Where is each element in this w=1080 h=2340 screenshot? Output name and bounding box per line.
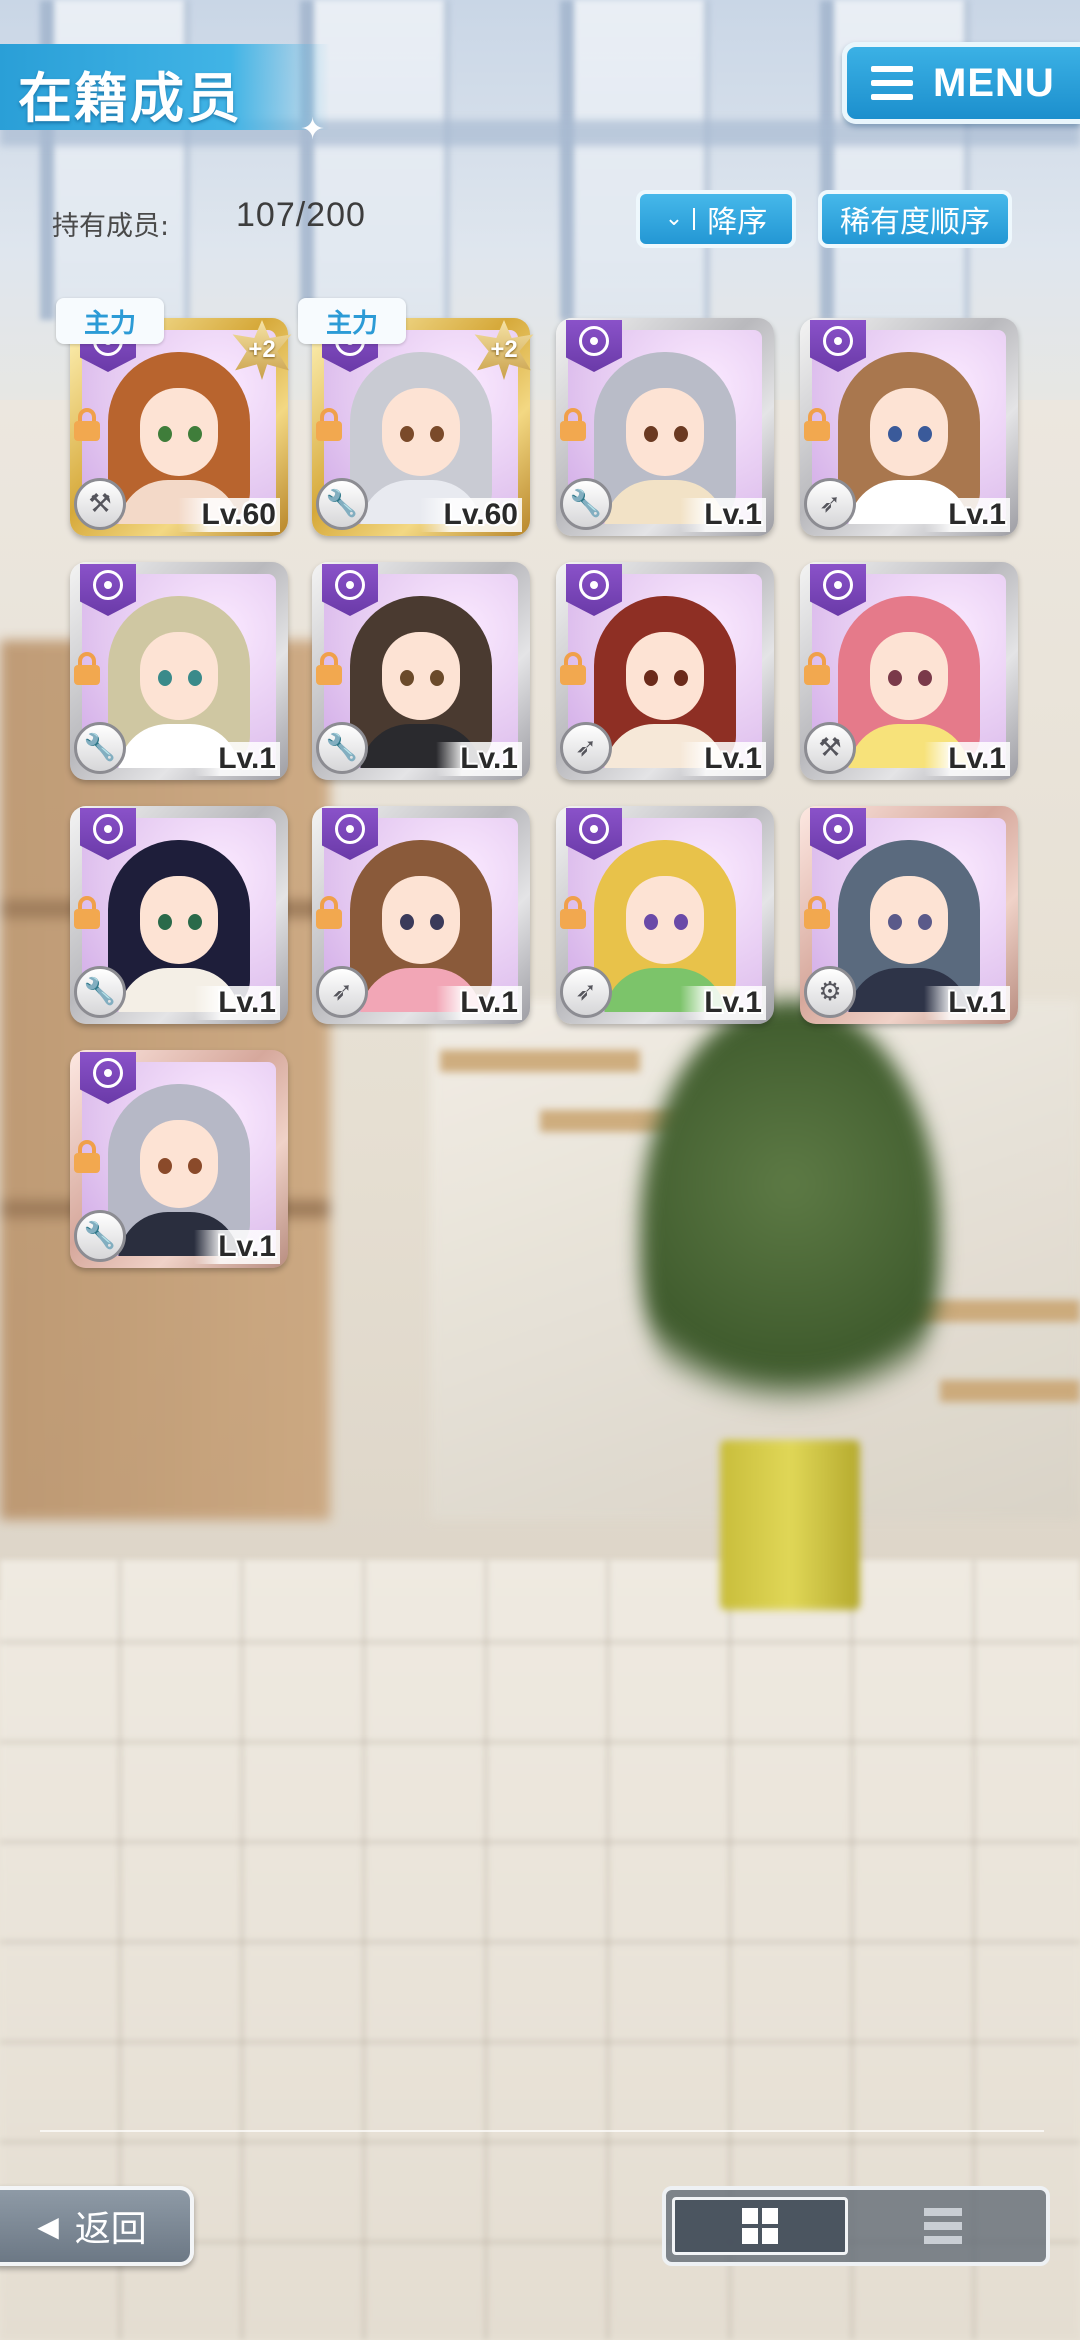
lock-icon — [314, 408, 344, 442]
member-level: Lv.1 — [924, 742, 1010, 776]
member-card[interactable]: ➶ Lv.1 — [800, 318, 1018, 536]
member-card[interactable]: ⚒ Lv.1 — [800, 562, 1018, 780]
main-member-tag: 主力 — [56, 298, 164, 344]
main-member-tag: 主力 — [298, 298, 406, 344]
lock-icon — [314, 652, 344, 686]
lock-icon — [72, 1140, 102, 1174]
bg-window — [560, 0, 710, 320]
member-card[interactable]: 🔧 Lv.1 — [70, 562, 288, 780]
lock-icon — [802, 652, 832, 686]
lock-icon — [72, 896, 102, 930]
menu-button[interactable]: MENU — [842, 42, 1080, 124]
member-card[interactable]: ⚒ Lv.60 主力 +2 — [56, 298, 292, 536]
grid-view-button[interactable] — [672, 2197, 848, 2255]
member-card[interactable]: 🔧 Lv.1 — [556, 318, 774, 536]
member-card[interactable]: ➶ Lv.1 — [312, 806, 530, 1024]
member-level: Lv.1 — [680, 742, 766, 776]
member-card[interactable]: 🔧 Lv.1 — [70, 806, 288, 1024]
member-card[interactable]: ➶ Lv.1 — [556, 562, 774, 780]
member-card[interactable]: 🔧 Lv.1 — [312, 562, 530, 780]
member-count-label: 持有成员: — [52, 211, 170, 242]
rocket-icon: ➶ — [560, 966, 612, 1018]
gear-icon: ⚙ — [804, 966, 856, 1018]
member-level: Lv.1 — [436, 986, 522, 1020]
member-level: Lv.1 — [194, 1230, 280, 1264]
rocket-icon: ➶ — [804, 478, 856, 530]
page-title-banner: 在籍成员 — [0, 44, 330, 130]
wrench-icon: 🔧 — [74, 966, 126, 1018]
sparkle-icon: ✦ — [300, 112, 326, 147]
rocket-icon: ➶ — [316, 966, 368, 1018]
member-level: Lv.1 — [194, 742, 280, 776]
back-button[interactable]: ◀ 返回 — [0, 2186, 194, 2266]
back-label: 返回 — [74, 2209, 147, 2250]
list-view-button[interactable] — [848, 2197, 1038, 2255]
double-chevron-down-icon: ⌄ — [665, 208, 696, 230]
member-level: Lv.1 — [924, 498, 1010, 532]
wrench-icon: 🔧 — [74, 722, 126, 774]
bg-plant-pot — [720, 1440, 860, 1610]
lock-icon — [314, 896, 344, 930]
lock-icon — [558, 896, 588, 930]
member-level: Lv.1 — [680, 498, 766, 532]
sort-rarity-label: 稀有度顺序 — [840, 205, 990, 240]
lock-icon — [558, 652, 588, 686]
page-title: 在籍成员 — [18, 67, 242, 130]
sort-order-label: 降序 — [707, 205, 768, 240]
wrench-icon: 🔧 — [74, 1210, 126, 1262]
bg-stair-step — [440, 1050, 640, 1072]
menu-label: MENU — [933, 60, 1055, 105]
view-toggle — [662, 2186, 1050, 2266]
footer-divider — [40, 2130, 1044, 2132]
grid-view-icon — [742, 2208, 778, 2244]
wrench-icon: 🔧 — [316, 722, 368, 774]
rocket-icon: ➶ — [560, 722, 612, 774]
sort-rarity-button[interactable]: 稀有度顺序 — [818, 190, 1012, 248]
lock-icon — [72, 652, 102, 686]
member-card[interactable]: ⚙ Lv.1 — [800, 806, 1018, 1024]
member-level: Lv.1 — [194, 986, 280, 1020]
member-card[interactable]: 🔧 Lv.1 — [70, 1050, 288, 1268]
member-level: Lv.1 — [680, 986, 766, 1020]
sort-order-button[interactable]: ⌄ 降序 — [636, 190, 796, 248]
lock-icon — [802, 896, 832, 930]
hamburger-icon — [871, 66, 913, 100]
list-view-icon — [924, 2208, 962, 2244]
wrench-icon: 🔧 — [560, 478, 612, 530]
member-level: Lv.60 — [177, 498, 280, 532]
member-level: Lv.1 — [924, 986, 1010, 1020]
wrench-icon: 🔧 — [316, 478, 368, 530]
hammer-icon: ⚒ — [74, 478, 126, 530]
hammer-icon: ⚒ — [804, 722, 856, 774]
lock-icon — [72, 408, 102, 442]
member-card[interactable]: ➶ Lv.1 — [556, 806, 774, 1024]
bg-plant — [640, 1000, 940, 1460]
lock-icon — [558, 408, 588, 442]
triangle-left-icon: ◀ — [37, 2209, 59, 2243]
bg-stair-step — [940, 1380, 1080, 1402]
member-level: Lv.1 — [436, 742, 522, 776]
lock-icon — [802, 408, 832, 442]
member-count-value: 107/200 — [236, 196, 366, 234]
member-level: Lv.60 — [419, 498, 522, 532]
member-card[interactable]: 🔧 Lv.60 主力 +2 — [298, 298, 534, 536]
